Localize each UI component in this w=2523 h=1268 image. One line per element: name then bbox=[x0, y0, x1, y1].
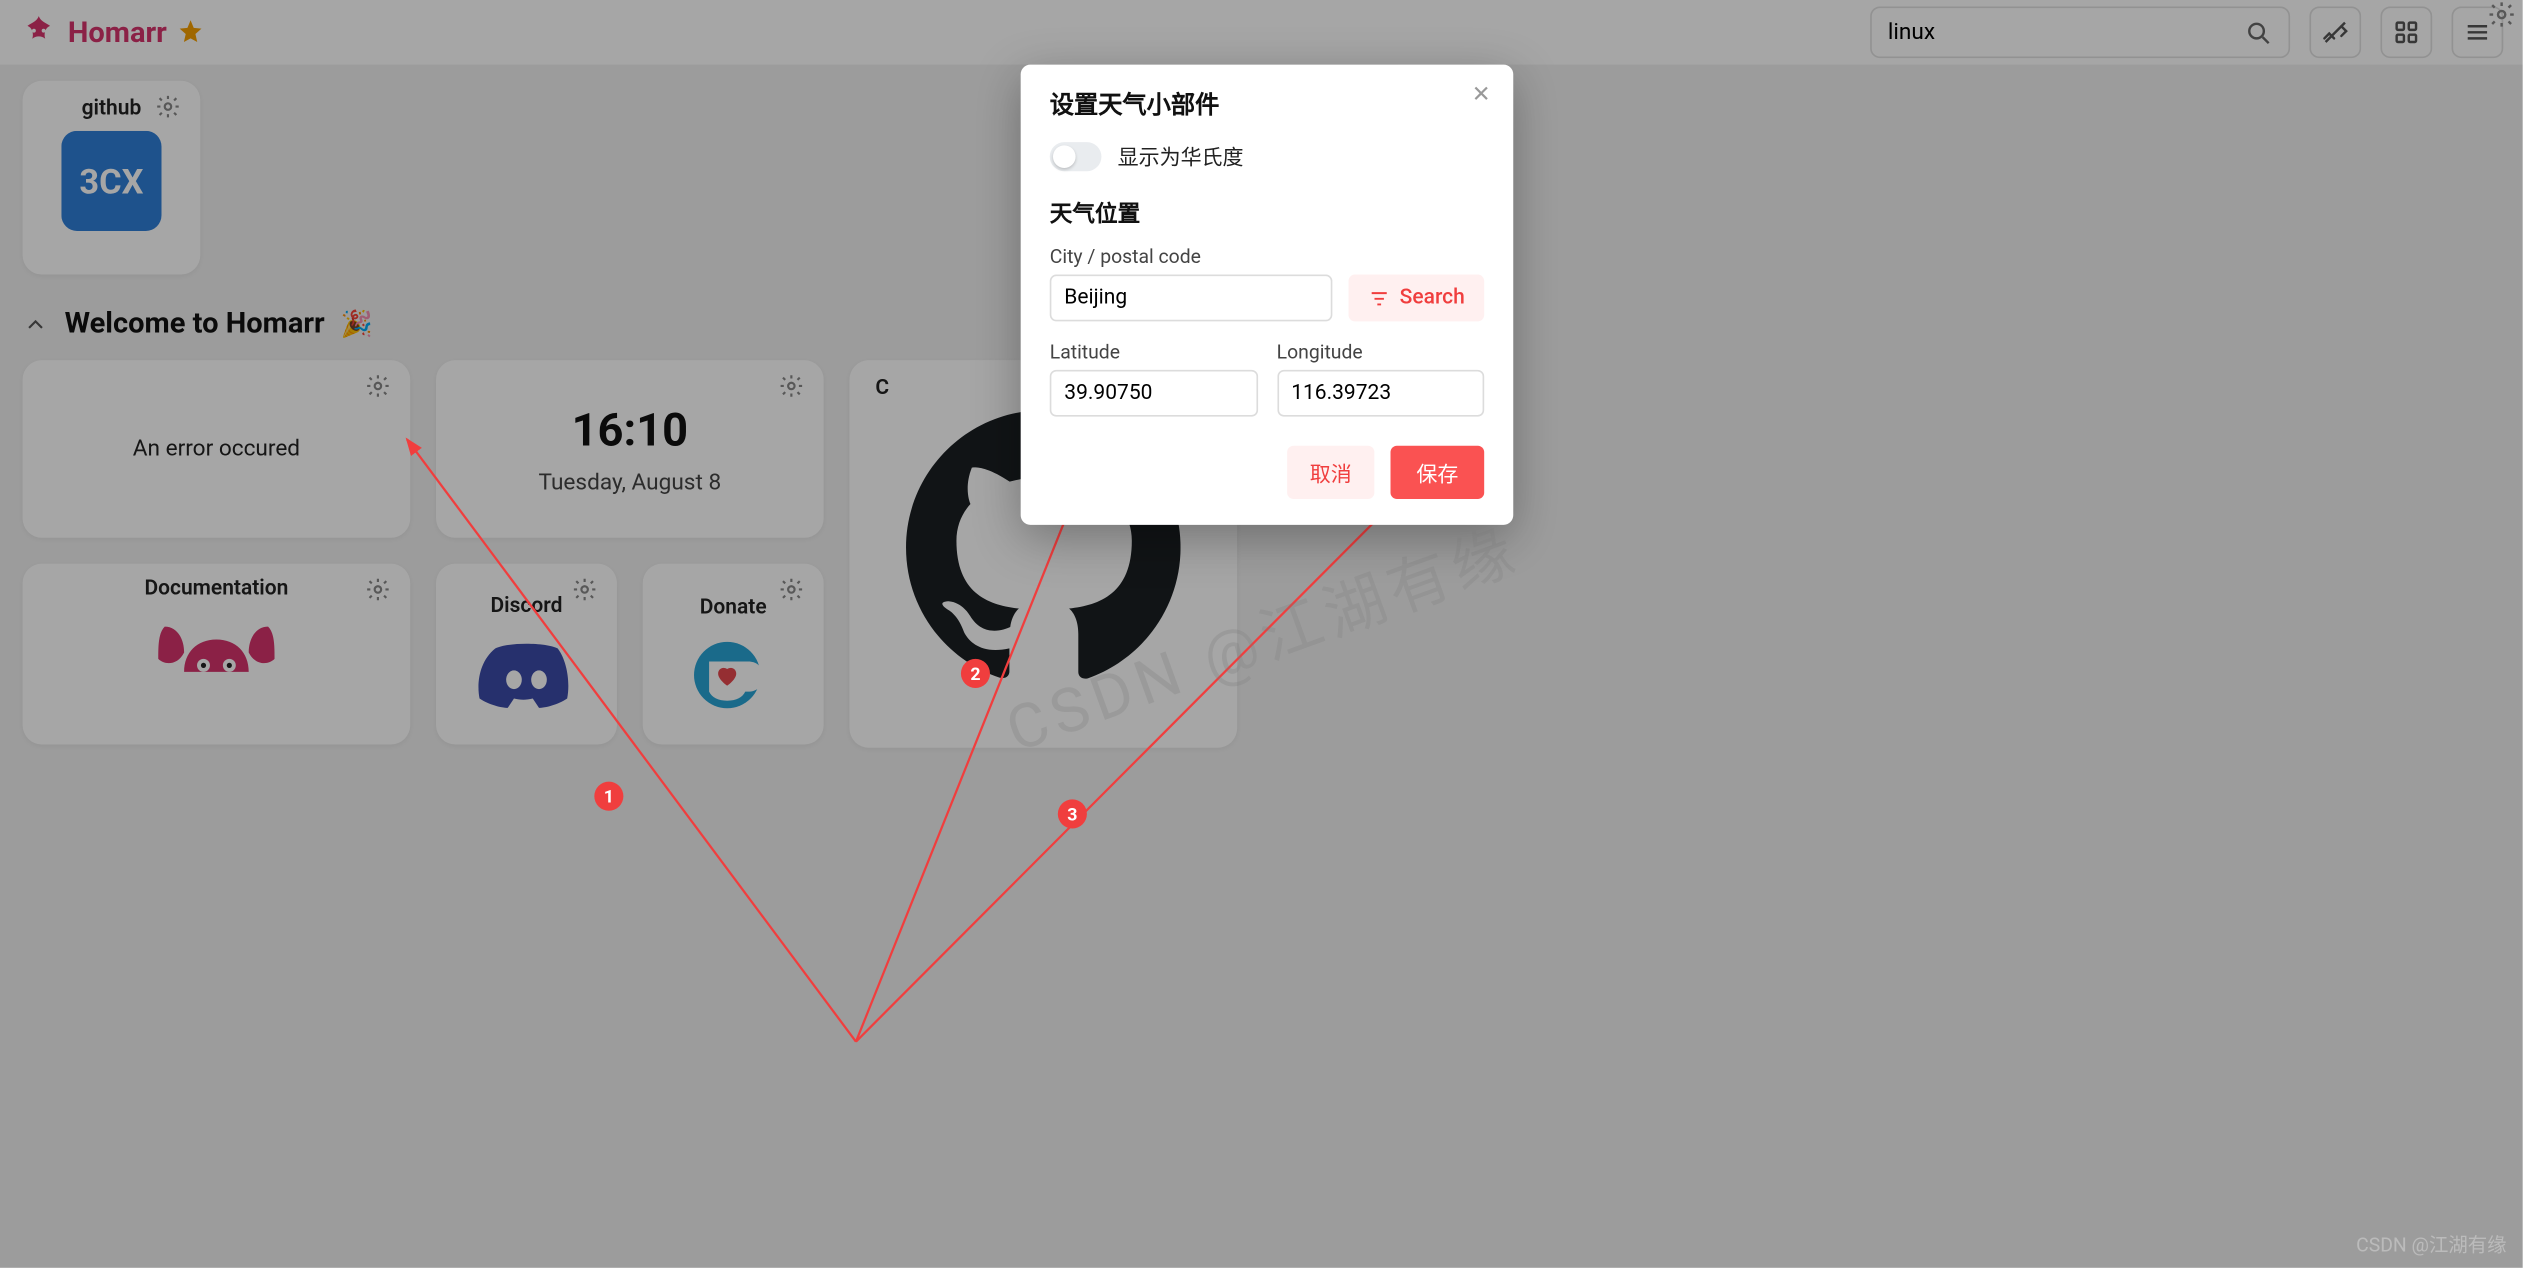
app-tile-donate[interactable]: Donate bbox=[643, 564, 824, 745]
app-tile-documentation[interactable]: Documentation bbox=[23, 564, 411, 745]
app-tile-github[interactable]: github 3CX bbox=[23, 81, 201, 275]
app-tile-discord[interactable]: Discord bbox=[436, 564, 617, 745]
discord-icon bbox=[476, 634, 576, 715]
gear-icon[interactable] bbox=[155, 94, 187, 126]
annotation-badge-3: 3 bbox=[1058, 799, 1087, 828]
clock-widget[interactable]: 16:10 Tuesday, August 8 bbox=[436, 360, 824, 538]
filter-icon bbox=[1367, 287, 1390, 310]
weather-settings-modal: ✕ 设置天气小部件 显示为华氏度 天气位置 City / postal code… bbox=[1021, 65, 1514, 525]
city-search-button[interactable]: Search bbox=[1348, 275, 1484, 322]
error-text: An error occured bbox=[133, 436, 300, 462]
gear-icon[interactable] bbox=[365, 373, 397, 405]
weather-widget-error[interactable]: An error occured bbox=[23, 360, 411, 538]
city-input[interactable] bbox=[1050, 275, 1332, 322]
search-button-label: Search bbox=[1400, 286, 1465, 310]
gear-icon[interactable] bbox=[778, 373, 810, 405]
kofi-icon bbox=[688, 636, 778, 714]
search-icon[interactable] bbox=[2243, 18, 2272, 47]
star-icon bbox=[176, 18, 205, 47]
fahrenheit-label: 显示为华氏度 bbox=[1118, 141, 1244, 172]
location-section-title: 天气位置 bbox=[1050, 197, 1484, 229]
gear-icon[interactable] bbox=[365, 577, 397, 609]
header-bar: Homarr bbox=[0, 0, 2523, 65]
gear-icon[interactable] bbox=[778, 577, 810, 609]
header-left: Homarr bbox=[19, 13, 205, 52]
section-title: Welcome to Homarr bbox=[65, 307, 325, 341]
fahrenheit-toggle[interactable] bbox=[1050, 141, 1102, 170]
annotation-badge-2: 2 bbox=[961, 659, 990, 688]
watermark-corner: CSDN @江湖有缘 bbox=[2356, 1231, 2506, 1258]
latitude-input[interactable] bbox=[1050, 370, 1258, 417]
party-popper-icon: 🎉 bbox=[341, 308, 373, 339]
global-search-box[interactable] bbox=[1870, 6, 2290, 58]
edit-mode-button[interactable] bbox=[2309, 6, 2361, 58]
clock-time: 16:10 bbox=[572, 403, 689, 456]
homarr-logo-icon bbox=[19, 13, 58, 52]
longitude-input[interactable] bbox=[1277, 370, 1485, 417]
homarr-crab-icon bbox=[152, 610, 281, 707]
longitude-label: Longitude bbox=[1277, 341, 1485, 364]
tile-label: C bbox=[875, 376, 889, 400]
chevron-down-icon[interactable] bbox=[23, 311, 49, 337]
save-button[interactable]: 保存 bbox=[1390, 446, 1484, 499]
close-icon[interactable]: ✕ bbox=[1472, 84, 1491, 107]
tile-label: Documentation bbox=[144, 577, 288, 601]
tile-label: Discord bbox=[491, 594, 563, 618]
modal-title: 设置天气小部件 bbox=[1050, 87, 1484, 121]
header-right bbox=[1870, 6, 2503, 58]
city-field-label: City / postal code bbox=[1050, 245, 1332, 268]
latitude-label: Latitude bbox=[1050, 341, 1258, 364]
cancel-button[interactable]: 取消 bbox=[1287, 446, 1374, 499]
gear-icon[interactable] bbox=[572, 577, 604, 609]
tile-label: Donate bbox=[700, 595, 767, 619]
svg-text:3CX: 3CX bbox=[79, 162, 143, 202]
global-search-input[interactable] bbox=[1888, 19, 2243, 45]
tile-label: github bbox=[82, 97, 142, 121]
annotation-badge-1: 1 bbox=[594, 782, 623, 811]
clock-date: Tuesday, August 8 bbox=[539, 469, 722, 495]
gear-icon[interactable] bbox=[2487, 0, 2516, 29]
brand-title: Homarr bbox=[68, 15, 167, 49]
threecx-icon: 3CX bbox=[61, 131, 161, 231]
apps-grid-button[interactable] bbox=[2381, 6, 2433, 58]
